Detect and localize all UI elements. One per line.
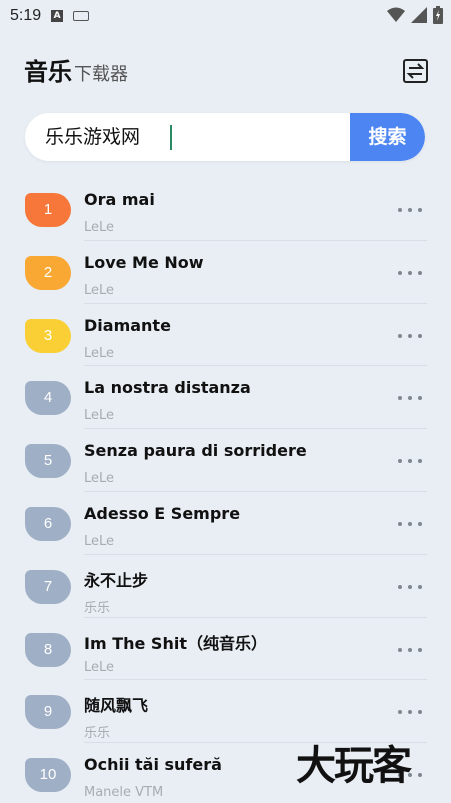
song-title: Love Me Now [84, 252, 204, 272]
song-artist: LeLe [84, 659, 115, 675]
rank-badge: 3 [25, 318, 71, 353]
search-input[interactable] [45, 113, 365, 161]
rank-badge: 8 [25, 632, 71, 667]
song-row-6[interactable]: 6 Adesso E Sempre LeLe [0, 492, 451, 555]
signal-icon [411, 7, 427, 23]
app-subtitle: 下载器 [74, 64, 128, 85]
song-list: 1 Ora mai LeLe 2 Love Me Now LeLe 3 Diam… [0, 178, 451, 803]
song-row-8[interactable]: 8 Im The Shit（纯音乐） LeLe [0, 618, 451, 681]
app-header: 音乐 下载器 [24, 52, 128, 92]
text-caret [170, 125, 172, 150]
song-artist: LeLe [84, 533, 115, 549]
song-row-2[interactable]: 2 Love Me Now LeLe [0, 241, 451, 304]
search-button[interactable]: 搜索 [350, 113, 425, 161]
rank-badge: 5 [25, 444, 71, 479]
song-title: Ora mai [84, 190, 155, 209]
keyboard-icon [73, 11, 90, 21]
rank-badge: 10 [25, 758, 71, 793]
song-title: Ochii tăi suferă [84, 755, 222, 775]
rank-badge: 2 [25, 255, 71, 290]
more-icon[interactable] [398, 584, 422, 589]
song-title: Senza paura di sorridere [84, 441, 307, 461]
song-artist: Manele VTM [84, 785, 164, 801]
watermark: 大玩客 [296, 743, 412, 789]
song-artist: LeLe [84, 408, 115, 424]
song-artist: LeLe [84, 471, 115, 487]
more-icon[interactable] [398, 270, 422, 275]
more-icon[interactable] [398, 396, 422, 401]
rank-badge: 4 [25, 381, 71, 416]
song-row-4[interactable]: 4 La nostra distanza LeLe [0, 366, 451, 430]
battery-icon [433, 6, 443, 24]
more-icon[interactable] [398, 647, 422, 652]
song-artist: 乐乐 [84, 600, 111, 616]
song-row-5[interactable]: 5 Senza paura di sorridere LeLe [0, 429, 451, 492]
song-title: 随风飘飞 [84, 696, 149, 716]
rank-badge: 1 [25, 193, 71, 227]
more-icon[interactable] [398, 521, 422, 526]
song-title: Im The Shit（纯音乐） [84, 633, 267, 653]
search-bar: 搜索 [25, 113, 425, 161]
rank-badge: 9 [25, 695, 71, 730]
song-artist: LeLe [84, 220, 115, 235]
app-title: 音乐 [24, 58, 72, 86]
notification-a-icon: A [51, 10, 64, 22]
song-row-1[interactable]: 1 Ora mai LeLe [0, 178, 451, 241]
song-artist: 乐乐 [84, 726, 111, 742]
status-bar: 5:19 A [0, 0, 451, 32]
song-title: La nostra distanza [84, 378, 251, 398]
more-icon[interactable] [398, 333, 422, 338]
more-icon[interactable] [398, 208, 422, 212]
song-row-3[interactable]: 3 Diamante LeLe [0, 304, 451, 367]
status-time: 5:19 [10, 7, 42, 24]
song-title: 永不止步 [84, 570, 149, 590]
swap-icon[interactable] [403, 59, 428, 83]
wifi-icon [387, 7, 405, 22]
song-artist: LeLe [84, 282, 115, 298]
more-icon[interactable] [398, 459, 422, 464]
more-icon[interactable] [398, 710, 422, 715]
rank-badge: 7 [25, 569, 71, 604]
song-artist: LeLe [84, 345, 115, 361]
song-title: Diamante [84, 315, 171, 335]
rank-badge: 6 [25, 506, 71, 541]
song-row-7[interactable]: 7 永不止步 乐乐 [0, 555, 451, 618]
song-title: Adesso E Sempre [84, 503, 241, 523]
